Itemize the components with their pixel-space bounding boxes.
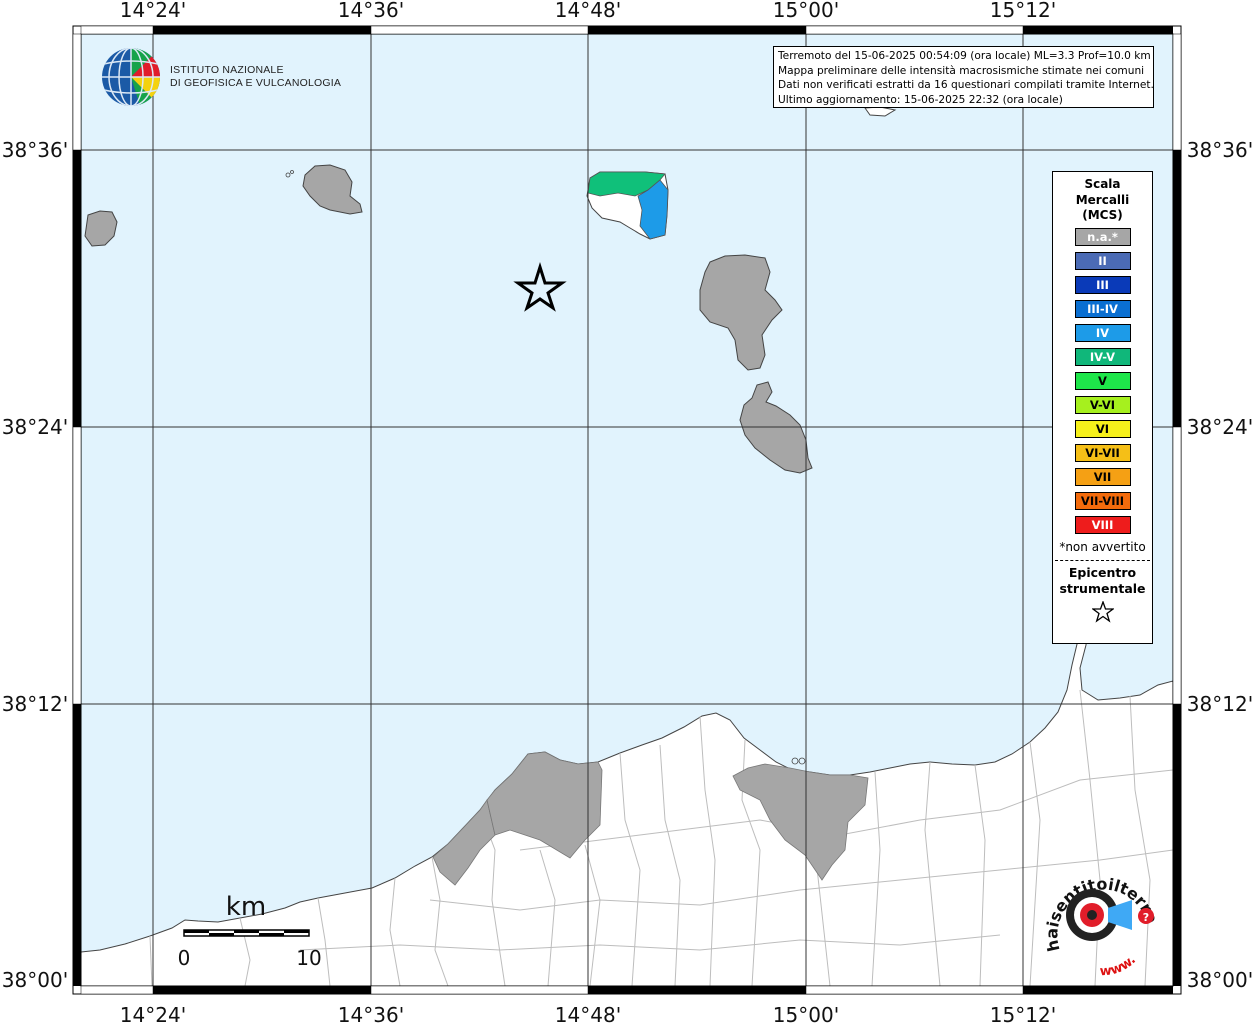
lon-label-top-3: 14°48' (555, 0, 621, 22)
legend-swatch: VII-VIII (1074, 491, 1131, 510)
legend-swatch: III-IV (1074, 299, 1131, 318)
scale-unit-label: km (226, 892, 266, 922)
lat-label-left-2: 38°24' (2, 415, 68, 439)
legend-title-2: Mercalli (1075, 192, 1130, 207)
lon-label-top-1: 14°24' (120, 0, 186, 22)
legend-swatch: VI-VII (1074, 443, 1131, 462)
legend-swatch: III (1074, 275, 1131, 294)
lon-label-bottom-1: 14°24' (120, 1003, 186, 1024)
legend-epi-1: Epicentro (1068, 564, 1137, 580)
legend-swatch: II (1074, 251, 1131, 270)
lon-label-bottom-2: 14°36' (338, 1003, 404, 1024)
lon-label-top-4: 15°00' (773, 0, 839, 22)
institute-line-2: DI GEOFISICA E VULCANOLOGIA (170, 77, 342, 89)
svg-text:?: ? (1143, 911, 1149, 924)
lat-label-right-2: 38°24' (1187, 415, 1253, 439)
lat-label-right-4: 38°00' (1187, 968, 1253, 992)
scale-min-label: 0 (178, 946, 191, 970)
lat-label-left-1: 38°36' (2, 138, 68, 162)
legend-title-1: Scala (1084, 177, 1121, 191)
legend-star-icon (1053, 599, 1152, 626)
lat-label-right-1: 38°36' (1187, 138, 1253, 162)
legend-title: Scala Mercalli (MCS) (1053, 177, 1152, 224)
legend-swatch: VIII (1074, 515, 1131, 534)
legend-items: n.a.* II III III-IV IV IV-V V V-VI VI VI… (1053, 227, 1152, 534)
lat-label-left-3: 38°12' (2, 692, 68, 716)
institute-line-1: ISTITUTO NAZIONALE (170, 64, 284, 76)
lat-label-left-4: 38°00' (2, 968, 68, 992)
legend-separator (1055, 559, 1150, 561)
lat-label-right-3: 38°12' (1187, 692, 1253, 716)
legend-swatch: IV-V (1074, 347, 1131, 366)
legend-swatch: VI (1074, 419, 1131, 438)
mcs-legend: Scala Mercalli (MCS) n.a.* II III III-IV… (1052, 171, 1153, 644)
legend-note: *non avvertito (1059, 539, 1146, 554)
legend-swatch: n.a.* (1074, 227, 1131, 246)
legend-epicenter-label: Epicentro strumentale (1053, 565, 1152, 597)
info-line-3: Dati non verificati estratti da 16 quest… (778, 79, 1154, 91)
scale-max-label: 10 (296, 946, 321, 970)
scale-bar (183, 929, 310, 937)
info-line-4: Ultimo aggiornamento: 15-06-2025 22:32 (… (778, 93, 1063, 106)
event-info-box: Terremoto del 15-06-2025 00:54:09 (ora l… (773, 46, 1154, 108)
info-line-1: Terremoto del 15-06-2025 00:54:09 (ora l… (778, 50, 1151, 62)
legend-swatch: V (1074, 371, 1131, 390)
legend-swatch: VII (1074, 467, 1131, 486)
ingv-logo-icon (102, 48, 160, 106)
lon-label-bottom-5: 15°12' (990, 1003, 1056, 1024)
legend-epi-2: strumentale (1059, 580, 1146, 596)
lon-label-bottom-4: 15°00' (773, 1003, 839, 1024)
lon-label-bottom-3: 14°48' (555, 1003, 621, 1024)
info-line-2: Mappa preliminare delle intensità macros… (778, 64, 1145, 77)
legend-swatch: IV (1074, 323, 1131, 342)
legend-swatch: V-VI (1074, 395, 1131, 414)
legend-title-3: (MCS) (1082, 208, 1123, 222)
lon-label-top-5: 15°12' (990, 0, 1056, 22)
lon-label-top-2: 14°36' (338, 0, 404, 22)
institute-name: ISTITUTO NAZIONALE DI GEOFISICA E VULCAN… (170, 64, 341, 90)
